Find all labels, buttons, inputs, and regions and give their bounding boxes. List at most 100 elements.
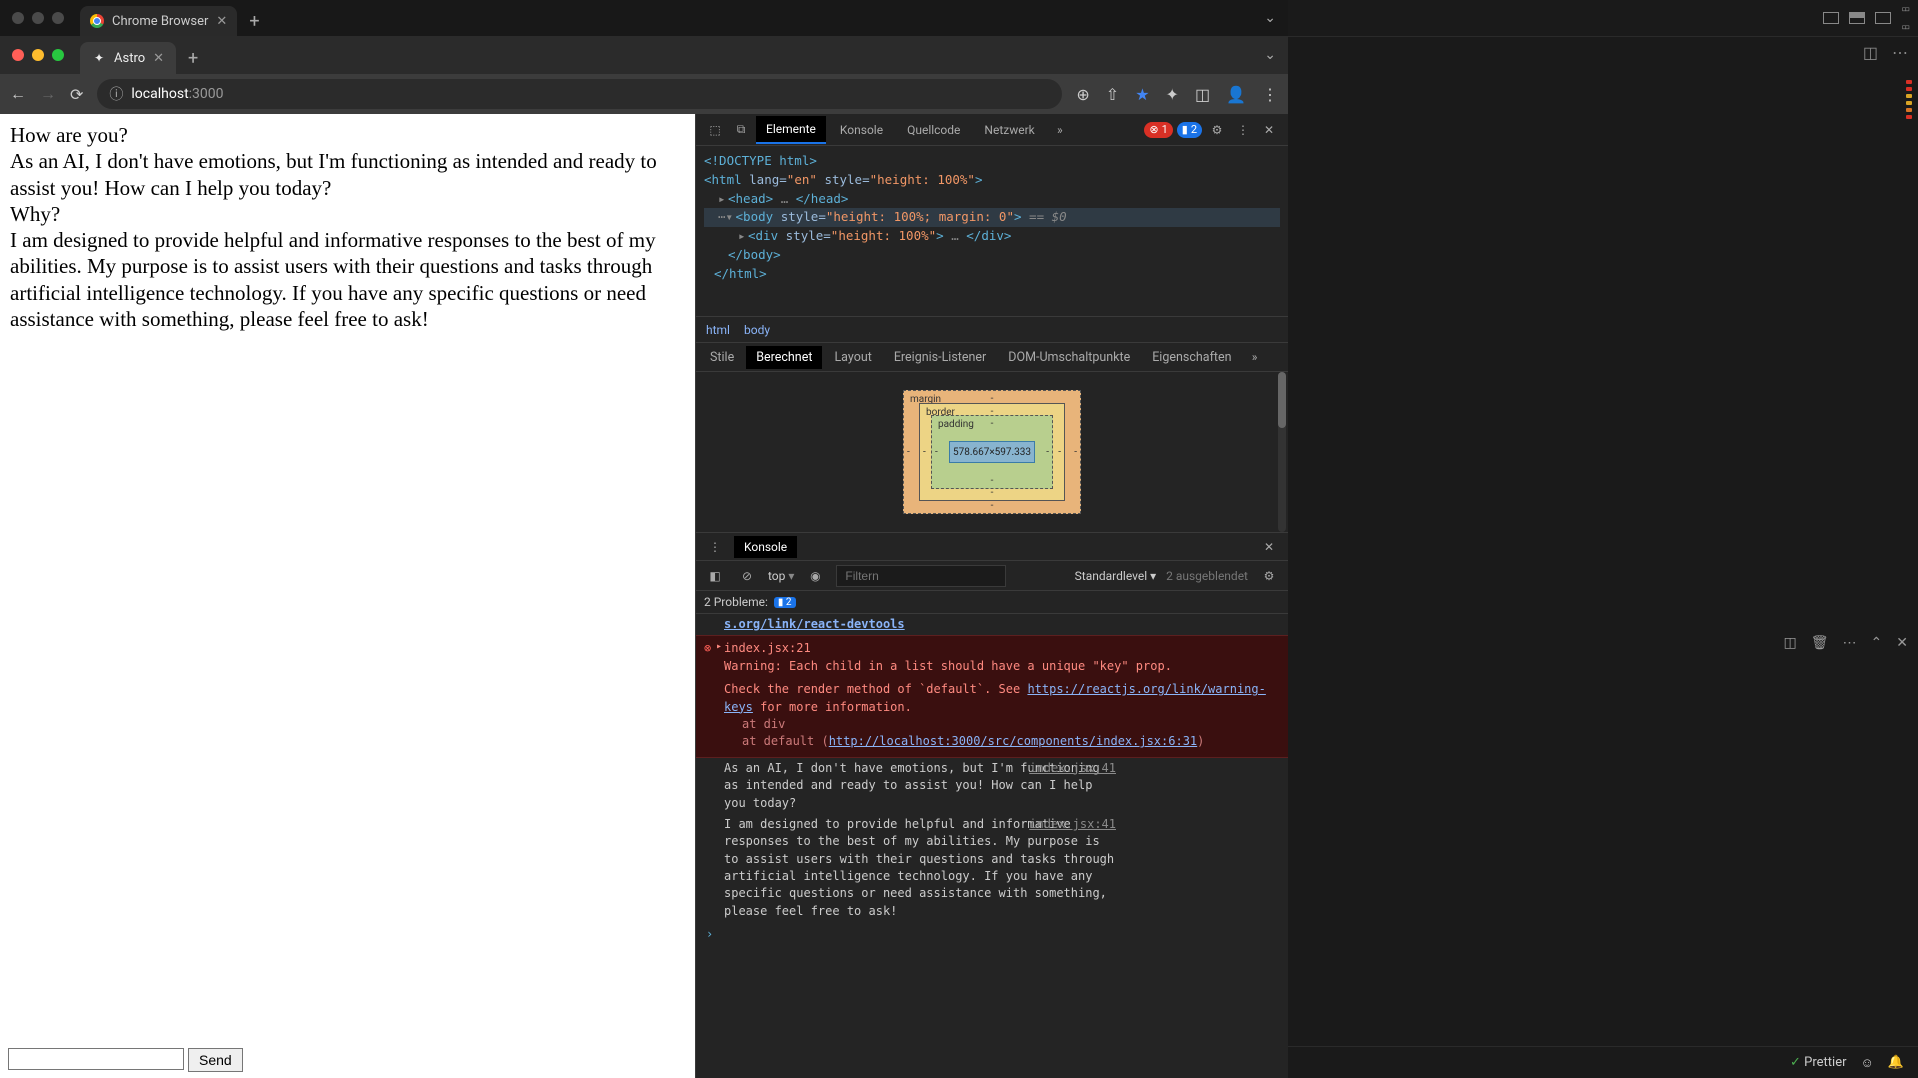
- console-log[interactable]: s.org/link/react-devtools ▸ index.jsx:21…: [696, 614, 1288, 1078]
- outer-tab-chrome[interactable]: Chrome Browser ✕: [80, 6, 237, 36]
- feedback-icon[interactable]: ☺: [1861, 1055, 1874, 1071]
- tab-styles[interactable]: Stile: [700, 346, 744, 369]
- log-line[interactable]: s.org/link/react-devtools: [696, 614, 1288, 635]
- layout-icon[interactable]: [1823, 12, 1839, 24]
- traffic-dot: [12, 12, 24, 24]
- side-panel-icon[interactable]: ◫: [1195, 85, 1210, 104]
- log-line[interactable]: index.jsx:41 As an AI, I don't have emot…: [696, 758, 1126, 814]
- tabs-chevron-icon[interactable]: ⌄: [1264, 10, 1276, 26]
- error-badge[interactable]: ⊗ 1: [1144, 122, 1172, 138]
- drawer-tab-console[interactable]: Konsole: [734, 536, 797, 558]
- tab-dom-breakpoints[interactable]: DOM-Umschaltpunkte: [998, 346, 1140, 369]
- menu-icon[interactable]: ⋮: [1262, 85, 1278, 104]
- trash-icon[interactable]: 🗑: [1811, 635, 1829, 651]
- new-tab-button[interactable]: +: [249, 11, 259, 32]
- message-badge[interactable]: ▮ 2: [1177, 122, 1202, 138]
- browser-tab-astro[interactable]: ✦ Astro ✕: [80, 42, 176, 74]
- send-button[interactable]: Send: [188, 1048, 243, 1072]
- layout-icon[interactable]: [1875, 12, 1891, 24]
- dom-line-selected[interactable]: ⋯▾<body style="height: 100%; margin: 0">…: [704, 208, 1280, 227]
- tab-title: Astro: [114, 51, 145, 66]
- dom-line[interactable]: ▸<head> … </head>: [704, 190, 1280, 209]
- console-filter-input[interactable]: [836, 565, 1006, 587]
- breadcrumb[interactable]: html body: [696, 316, 1288, 342]
- dom-line[interactable]: </body>: [704, 246, 1280, 265]
- tab-sources[interactable]: Quellcode: [897, 117, 970, 143]
- context-selector[interactable]: top ▾: [768, 569, 794, 583]
- tab-computed[interactable]: Berechnet: [746, 346, 822, 369]
- problems-row[interactable]: 2 Probleme: ▮ 2: [696, 591, 1288, 614]
- share-icon[interactable]: ⇧: [1106, 85, 1119, 104]
- sidebar-toggle-icon[interactable]: ◧: [704, 565, 726, 587]
- log-level-selector[interactable]: Standardlevel ▾: [1075, 569, 1156, 583]
- device-icon[interactable]: ⧉: [730, 119, 752, 141]
- settings-icon[interactable]: ⚙: [1258, 565, 1280, 587]
- log-error[interactable]: ▸ index.jsx:21 Warning: Each child in a …: [696, 635, 1288, 757]
- minimize-window-button[interactable]: [32, 49, 44, 61]
- dom-line[interactable]: <html lang="en" style="height: 100%">: [704, 171, 1280, 190]
- profile-icon[interactable]: 👤: [1226, 85, 1246, 104]
- chat-message: Why?: [10, 201, 685, 227]
- tab-console[interactable]: Konsole: [830, 117, 893, 143]
- dom-line[interactable]: <!DOCTYPE html>: [704, 152, 1280, 171]
- reload-button[interactable]: ⟳: [70, 85, 83, 104]
- bookmark-icon[interactable]: ★: [1135, 85, 1149, 104]
- console-drawer: ⋮ Konsole ✕ ◧ ⊘ top ▾ ◉ Standar: [696, 532, 1288, 1078]
- close-icon[interactable]: ✕: [1258, 536, 1280, 558]
- prettier-status[interactable]: ✓ Prettier: [1790, 1055, 1847, 1070]
- close-icon[interactable]: ✕: [1896, 635, 1908, 651]
- dom-tree[interactable]: <!DOCTYPE html> <html lang="en" style="h…: [696, 146, 1288, 316]
- more-icon[interactable]: ⋯: [1843, 635, 1857, 651]
- dom-line[interactable]: </html>: [704, 265, 1280, 284]
- bell-icon[interactable]: 🔔: [1888, 1055, 1904, 1070]
- zoom-icon[interactable]: ⊕: [1076, 85, 1089, 104]
- chat-input[interactable]: [8, 1048, 184, 1070]
- box-model-content: 578.667×597.333: [949, 441, 1035, 463]
- close-icon[interactable]: ✕: [1258, 119, 1280, 141]
- inspect-icon[interactable]: ⬚: [704, 119, 726, 141]
- kebab-icon[interactable]: ⋮: [704, 536, 726, 558]
- tabs-chevron-icon[interactable]: ⌄: [1264, 47, 1276, 63]
- outer-tab-title: Chrome Browser: [112, 14, 208, 29]
- close-icon[interactable]: ✕: [153, 51, 164, 66]
- address-bar[interactable]: ⓘ localhost:3000: [97, 79, 1062, 109]
- kebab-icon[interactable]: ⋮: [1232, 119, 1254, 141]
- more-tabs-icon[interactable]: »: [1049, 119, 1071, 141]
- scrollbar[interactable]: [1278, 372, 1286, 532]
- astro-icon: ✦: [92, 51, 106, 65]
- new-tab-button[interactable]: +: [188, 48, 198, 69]
- page-content: How are you? As an AI, I don't have emot…: [0, 114, 695, 1078]
- crumb-html[interactable]: html: [706, 323, 730, 337]
- tab-properties[interactable]: Eigenschaften: [1142, 346, 1241, 369]
- grid-icon[interactable]: ▫▫▫▫: [1901, 0, 1908, 36]
- more-tabs-icon[interactable]: »: [1244, 346, 1266, 368]
- tab-listeners[interactable]: Ereignis-Listener: [884, 346, 996, 369]
- more-icon[interactable]: ⋯: [1892, 43, 1908, 62]
- clear-console-icon[interactable]: ⊘: [736, 565, 758, 587]
- chevron-up-icon[interactable]: ⌃: [1871, 635, 1883, 651]
- console-prompt[interactable]: [696, 922, 1288, 947]
- split-icon[interactable]: ◫: [1863, 43, 1878, 62]
- editor-layout-controls: ▫▫▫▫: [1288, 0, 1918, 36]
- tab-layout[interactable]: Layout: [824, 346, 881, 369]
- layout-icon[interactable]: [1849, 12, 1865, 24]
- settings-icon[interactable]: ⚙: [1206, 119, 1228, 141]
- site-info-icon[interactable]: ⓘ: [109, 84, 123, 104]
- tab-network[interactable]: Netzwerk: [974, 117, 1044, 143]
- maximize-window-button[interactable]: [52, 49, 64, 61]
- live-expression-icon[interactable]: ◉: [804, 565, 826, 587]
- close-icon[interactable]: ✕: [216, 14, 227, 29]
- forward-button[interactable]: →: [40, 84, 56, 104]
- devtools-panel: ⬚ ⧉ Elemente Konsole Quellcode Netzwerk …: [695, 114, 1288, 1078]
- close-window-button[interactable]: [12, 49, 24, 61]
- tab-elements[interactable]: Elemente: [756, 116, 826, 144]
- minimap[interactable]: [1906, 80, 1912, 140]
- back-button[interactable]: ←: [10, 84, 26, 104]
- editor-shell: ▫▫▫▫ ◫ ⋯ ◫ 🗑 ⋯ ⌃ ✕ ✓ Prettier ☺ 🔔: [1288, 0, 1918, 1078]
- crumb-body[interactable]: body: [744, 323, 770, 337]
- log-line[interactable]: index.jsx:41 I am designed to provide he…: [696, 814, 1126, 922]
- panel-icon[interactable]: ◫: [1784, 635, 1797, 651]
- url-path: :3000: [189, 86, 224, 102]
- dom-line[interactable]: ▸<div style="height: 100%"> … </div>: [704, 227, 1280, 246]
- extensions-icon[interactable]: ✦: [1166, 85, 1179, 104]
